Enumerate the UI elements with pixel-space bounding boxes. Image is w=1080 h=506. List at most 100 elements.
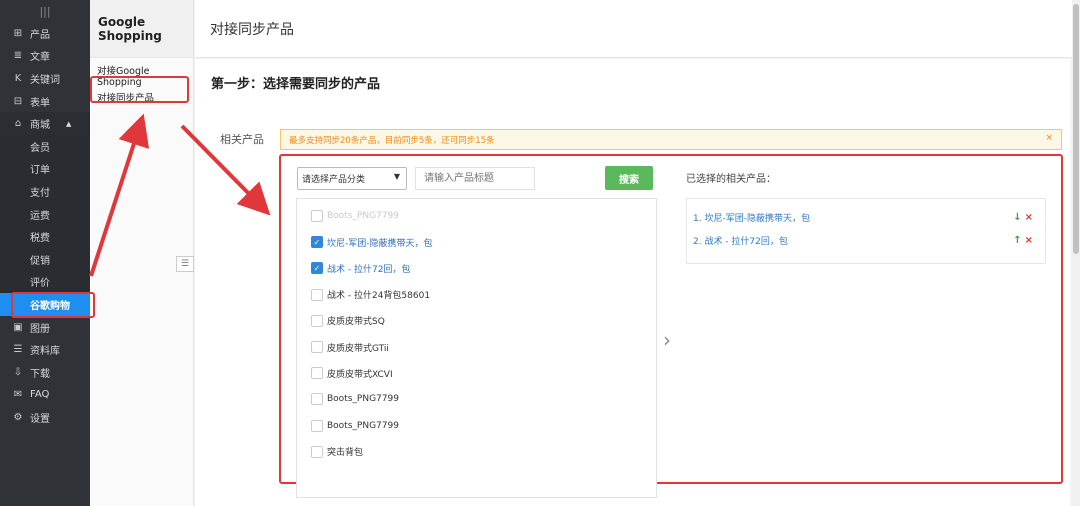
nav-label: 文章	[30, 52, 50, 64]
category-select[interactable]: 请选择产品分类 ▼	[297, 167, 407, 190]
nav-label: FAQ	[30, 389, 50, 401]
category-select-value: 请选择产品分类	[302, 175, 366, 185]
nav-item[interactable]: ⇩ 下载	[0, 361, 90, 384]
nav-sub-item[interactable]: 促销	[0, 247, 90, 271]
nav-sub-item[interactable]: 会员	[0, 134, 90, 158]
nav-item[interactable]: ☰ 资料库	[0, 338, 90, 361]
nav-sub-item[interactable]: 支付	[0, 180, 90, 203]
product-row[interactable]: 突击背包	[311, 444, 363, 460]
product-row[interactable]: ✓ 战术 - 拉什72回，包	[311, 260, 410, 276]
nav-label: 产品	[30, 29, 50, 41]
nav-icon: ⚙	[13, 411, 23, 423]
menu-toggle-icon[interactable]: |||	[0, 0, 90, 22]
product-label: Boots_PNG7799	[327, 394, 399, 405]
nav-icon: ☰	[13, 344, 23, 356]
nav-item[interactable]: ≣ 文章	[0, 45, 90, 68]
content-panel: 第一步：选择需要同步的产品 相关产品 最多支持同步20条产品，目前同步5条，还可…	[195, 59, 1070, 506]
menu-item-google-shopping[interactable]: 对接Google Shopping	[90, 64, 193, 88]
nav-icon: ▣	[13, 321, 23, 333]
nav-sub-item[interactable]: 评价	[0, 270, 90, 294]
product-row[interactable]: 皮质皮带式XCVI	[311, 365, 393, 381]
scrollbar-thumb[interactable]	[1073, 4, 1079, 254]
move-right-icon[interactable]: ›	[663, 328, 671, 352]
checkbox[interactable]	[311, 288, 323, 301]
product-row[interactable]: 皮质皮带式SQ	[311, 313, 385, 329]
nav-item[interactable]: ✉ FAQ	[0, 384, 90, 407]
nav-item[interactable]: ⌂ 商城 ▲	[0, 112, 90, 135]
checkbox[interactable]	[311, 341, 323, 353]
nav-item[interactable]: ⊟ 表单	[0, 90, 90, 113]
nav-label: 设置	[30, 413, 50, 425]
product-picker: 请选择产品分类 ▼ 搜索 Boots_PNG7799 ✓ 坎尼-军团-隐蔽携带天，包…	[279, 154, 1063, 498]
caret-up-icon: ▲	[66, 119, 72, 128]
checkbox[interactable]	[311, 393, 323, 406]
checkbox[interactable]	[311, 445, 323, 458]
checkbox[interactable]	[311, 314, 323, 327]
nav-sub-item[interactable]: 谷歌购物	[0, 293, 90, 316]
checkbox[interactable]	[311, 210, 323, 222]
nav-sub-item[interactable]: 订单	[0, 157, 90, 181]
main-sidebar: ||| ⊞ 产品 ≣ 文章 K 关键词 ⊟ 表单 ⌂ 商城 ▲ 会员 订单 支付 运费 税费 促销 评价 谷歌购物…	[0, 0, 90, 506]
product-label: 战术 - 拉什24背包58601	[327, 291, 431, 302]
product-row[interactable]: Boots_PNG7799	[311, 208, 399, 224]
nav-item[interactable]: ▣ 图册	[0, 316, 90, 339]
remove-icon[interactable]: ×	[1025, 235, 1033, 246]
remove-icon[interactable]: ×	[1025, 212, 1033, 223]
selected-item: 1. 坎尼-军团-隐蔽携带天，包 ↓ ×	[693, 210, 1033, 224]
product-row[interactable]: Boots_PNG7799	[311, 391, 399, 407]
nav-label: 关键词	[30, 74, 60, 86]
product-row[interactable]: Boots_PNG7799	[311, 418, 399, 434]
checkbox[interactable]: ✓	[311, 236, 323, 249]
nav-icon: ≣	[13, 50, 23, 62]
secondary-menu-title: Google Shopping	[90, 0, 193, 58]
step-title: 第一步：选择需要同步的产品	[211, 77, 381, 92]
nav-icon: ⊞	[13, 27, 23, 39]
arrow-down-icon[interactable]: ↓	[1013, 212, 1021, 223]
product-label: 突击背包	[327, 448, 364, 459]
selected-item-label[interactable]: 1. 坎尼-军团-隐蔽携带天，包	[693, 211, 810, 224]
nav-sub-item[interactable]: 运费	[0, 202, 90, 226]
close-notice-icon[interactable]: ×	[1045, 133, 1053, 143]
product-label: 战术 - 拉什72回，包	[327, 264, 411, 275]
product-label: 皮质皮带式XCVI	[327, 369, 393, 380]
product-row[interactable]: 皮质皮带式GTii	[311, 339, 389, 355]
product-row[interactable]: ✓ 坎尼-军团-隐蔽携带天，包	[311, 234, 433, 250]
product-label: 坎尼-军团-隐蔽携带天，包	[327, 238, 433, 249]
nav-label: 资料库	[30, 346, 60, 358]
checkbox[interactable]: ✓	[311, 262, 323, 275]
nav-icon: K	[14, 72, 22, 84]
nav-label: 图册	[30, 323, 50, 335]
selected-products-list: 1. 坎尼-军团-隐蔽携带天，包 ↓ × 2. 战术 - 拉什72回，包 ↑ ×	[686, 198, 1046, 264]
nav-icon: ✉	[13, 389, 23, 401]
checkbox[interactable]	[311, 367, 323, 380]
product-row[interactable]: 战术 - 拉什24背包58601	[311, 287, 430, 303]
nav-item[interactable]: K 关键词	[0, 67, 90, 90]
chevron-down-icon: ▼	[393, 172, 400, 181]
notice-text: 最多支持同步20条产品，目前同步5条，还可同步15条	[289, 135, 495, 146]
selected-products-title: 已选择的相关产品：	[686, 174, 776, 185]
search-button[interactable]: 搜索	[605, 166, 653, 190]
menu-item-sync-products[interactable]: 对接同步产品	[90, 86, 193, 108]
nav-icon: ⌂	[14, 118, 22, 130]
secondary-menu: Google Shopping 对接Google Shopping 对接同步产品	[90, 0, 194, 506]
page-scrollbar[interactable]	[1072, 0, 1080, 506]
nav-item[interactable]: ⚙ 设置	[0, 406, 90, 429]
arrow-up-icon[interactable]: ↑	[1013, 235, 1021, 246]
product-list: Boots_PNG7799 ✓ 坎尼-军团-隐蔽携带天，包 ✓ 战术 - 拉什72回，包…	[296, 198, 657, 498]
page-title: 对接同步产品	[195, 0, 1080, 58]
nav-label: 表单	[30, 97, 50, 109]
collapse-menu-icon[interactable]: ☰	[176, 256, 194, 272]
nav-icon: ⊟	[13, 95, 23, 107]
nav-item[interactable]: ⊞ 产品	[0, 22, 90, 45]
nav-sub-item[interactable]: 税费	[0, 225, 90, 248]
related-products-label: 相关产品	[220, 133, 264, 146]
product-title-input[interactable]	[415, 167, 535, 190]
main-area: 对接同步产品 第一步：选择需要同步的产品 相关产品 最多支持同步20条产品，目前…	[195, 0, 1080, 506]
sync-limit-notice: 最多支持同步20条产品，目前同步5条，还可同步15条 ×	[280, 129, 1062, 150]
selected-item-label[interactable]: 2. 战术 - 拉什72回，包	[693, 234, 788, 247]
selected-item: 2. 战术 - 拉什72回，包 ↑ ×	[693, 233, 1033, 247]
nav-label: 下载	[30, 368, 50, 380]
product-label: Boots_PNG7799	[327, 420, 399, 431]
product-label: Boots_PNG7799	[327, 211, 399, 221]
checkbox[interactable]	[311, 419, 323, 432]
